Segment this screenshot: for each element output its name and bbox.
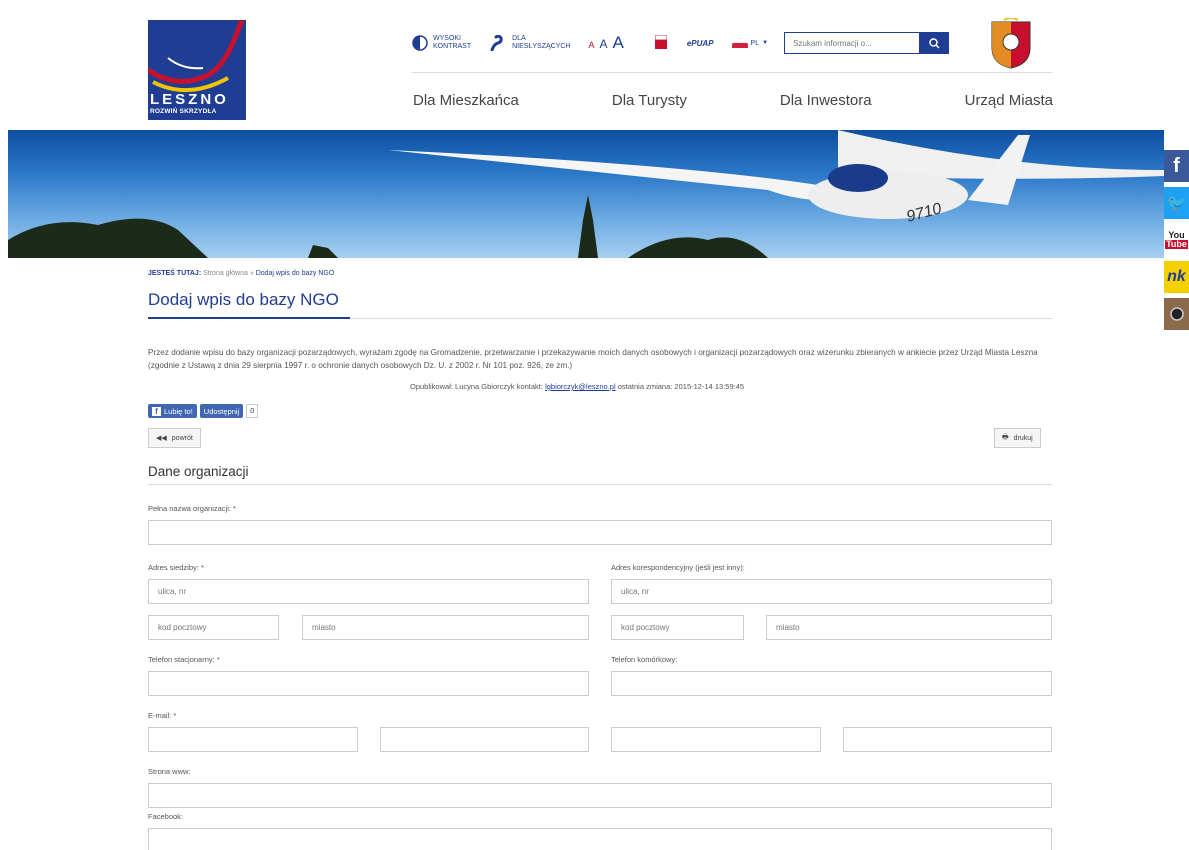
full-name-field[interactable]	[148, 520, 1052, 545]
full-name-label: Pełna nazwa organizacji: *	[148, 504, 236, 513]
high-contrast-button[interactable]: WYSOKI KONTRAST	[412, 35, 471, 51]
hero-banner-image: 9710	[8, 130, 1164, 258]
fb-share-label: Udostępnij	[203, 406, 240, 416]
consent-text: Przez dodanie wpisu do bazy organizacji …	[148, 348, 1038, 370]
www-field[interactable]	[148, 783, 1052, 808]
language-label: PL	[750, 39, 760, 47]
email-field-1[interactable]	[148, 727, 358, 752]
mobile-field[interactable]	[611, 671, 1052, 696]
title-accent-line	[148, 317, 350, 319]
city-crest-icon[interactable]	[988, 17, 1034, 70]
print-button[interactable]: 🖶 drukuj	[994, 428, 1041, 448]
section-title: Dane organizacji	[148, 464, 249, 479]
accessibility-toolbar: WYSOKI KONTRAST DLA NIESŁYSZĄCYCH A A A eP…	[412, 30, 950, 56]
breadcrumb-separator: »	[249, 270, 254, 277]
font-large-button[interactable]: A	[613, 33, 624, 53]
hearing-impaired-button[interactable]: DLA NIESŁYSZĄCYCH	[489, 35, 570, 51]
seat-street-field[interactable]	[148, 579, 589, 604]
social-sidebar: f 🐦 You Tube nk	[1164, 150, 1189, 335]
contrast-label-2: KONTRAST	[433, 43, 472, 50]
back-label: powrót	[171, 434, 193, 442]
page: LESZNO ROZWIŃ SKRZYDŁA WYSOKI KONTRAST DL…	[0, 0, 1189, 850]
disabled-label-1: DLA	[512, 35, 526, 42]
instagram-icon[interactable]	[1164, 298, 1189, 330]
main-nav: Dla Mieszkańca Dla Turysty Dla Inwestora…	[413, 92, 1053, 109]
twitter-icon[interactable]: 🐦	[1164, 187, 1189, 219]
city-logo[interactable]: LESZNO ROZWIŃ SKRZYDŁA	[148, 8, 248, 120]
email-field-3[interactable]	[611, 727, 821, 752]
language-select[interactable]: PL ▼	[731, 38, 769, 48]
contrast-icon	[412, 35, 428, 51]
rewind-icon: ◀◀	[156, 435, 167, 442]
landline-label: Telefon stacjonarny: *	[148, 655, 220, 664]
font-small-button[interactable]: A	[588, 40, 594, 50]
contact-email-link[interactable]: lgbiorczyk@leszno.pl	[545, 382, 616, 391]
nav-item-residents[interactable]: Dla Mieszkańca	[413, 92, 519, 109]
breadcrumb: JESTEŚ TUTAJ: Strona główna » Dodaj wpis…	[148, 270, 334, 277]
nk-icon[interactable]: nk	[1164, 261, 1189, 293]
email-field-2[interactable]	[380, 727, 589, 752]
logo-tagline: ROZWIŃ SKRZYDŁA	[150, 108, 217, 115]
search-icon	[928, 37, 940, 49]
font-medium-button[interactable]: A	[600, 37, 608, 51]
youtube-icon[interactable]: You Tube	[1164, 224, 1189, 256]
disabled-label-2: NIESŁYSZĄCYCH	[512, 43, 571, 50]
breadcrumb-home[interactable]: Strona główna	[203, 270, 248, 277]
seat-city-field[interactable]	[302, 615, 589, 640]
nav-item-city-hall[interactable]: Urząd Miasta	[965, 92, 1053, 109]
page-title: Dodaj wpis do bazy NGO	[148, 290, 339, 309]
email-label: E-mail: *	[148, 711, 177, 720]
print-label: drukuj	[1013, 434, 1033, 442]
back-button[interactable]: ◀◀ powrót	[148, 428, 201, 448]
facebook-field[interactable]	[148, 828, 1052, 850]
contrast-label-1: WYSOKI	[433, 35, 462, 42]
font-size-switcher: A A A	[588, 33, 628, 53]
fb-like-count: 0	[246, 404, 259, 418]
search-form	[784, 32, 950, 54]
published-prefix: Opublikował: Lucyna Gbiorczyk kontakt:	[410, 382, 543, 391]
seat-postcode-field[interactable]	[148, 615, 279, 640]
breadcrumb-current: Dodaj wpis do bazy NGO	[255, 270, 335, 277]
corr-postcode-field[interactable]	[611, 615, 744, 640]
breadcrumb-label: JESTEŚ TUTAJ:	[148, 270, 202, 277]
printer-icon: 🖶	[1002, 433, 1009, 441]
facebook-label: Facebook:	[148, 812, 184, 821]
publication-info: Opublikował: Lucyna Gbiorczyk kontakt: l…	[410, 382, 744, 391]
search-button[interactable]	[919, 32, 950, 54]
bip-link[interactable]	[654, 34, 668, 52]
fb-icon: f	[152, 406, 161, 416]
nav-item-tourists[interactable]: Dla Turysty	[612, 92, 687, 109]
search-input[interactable]	[784, 32, 920, 54]
fb-like-button[interactable]: f Lubię to!	[148, 404, 197, 418]
bip-icon	[654, 34, 668, 52]
corr-address-label: Adres korespondencyjny (jeśli jest inny)…	[611, 563, 745, 572]
landline-field[interactable]	[148, 671, 589, 696]
www-label: Strona www:	[148, 767, 191, 776]
section-divider	[148, 484, 1052, 485]
polish-flag-icon	[731, 38, 748, 48]
fb-like-label: Lubię to!	[164, 406, 193, 416]
ear-icon	[489, 35, 507, 51]
chevron-down-icon: ▼	[762, 40, 769, 46]
facebook-icon[interactable]: f	[1164, 150, 1189, 182]
header-divider	[412, 72, 1052, 73]
nav-item-investors[interactable]: Dla Inwestora	[780, 92, 872, 109]
seat-address-label: Adres siedziby: *	[148, 563, 204, 572]
mobile-label: Telefon komórkowy:	[611, 655, 678, 664]
published-suffix: ostatnia zmiana: 2015-12-14 13:59:45	[617, 382, 745, 391]
corr-street-field[interactable]	[611, 579, 1052, 604]
corr-city-field[interactable]	[766, 615, 1052, 640]
email-field-4[interactable]	[843, 727, 1052, 752]
epuap-link[interactable]: ePUAP	[687, 39, 714, 48]
fb-share-button[interactable]: Udostępnij	[199, 404, 244, 418]
logo-name: LESZNO	[150, 91, 229, 108]
facebook-widget: f Lubię to! Udostępnij 0	[148, 404, 259, 418]
